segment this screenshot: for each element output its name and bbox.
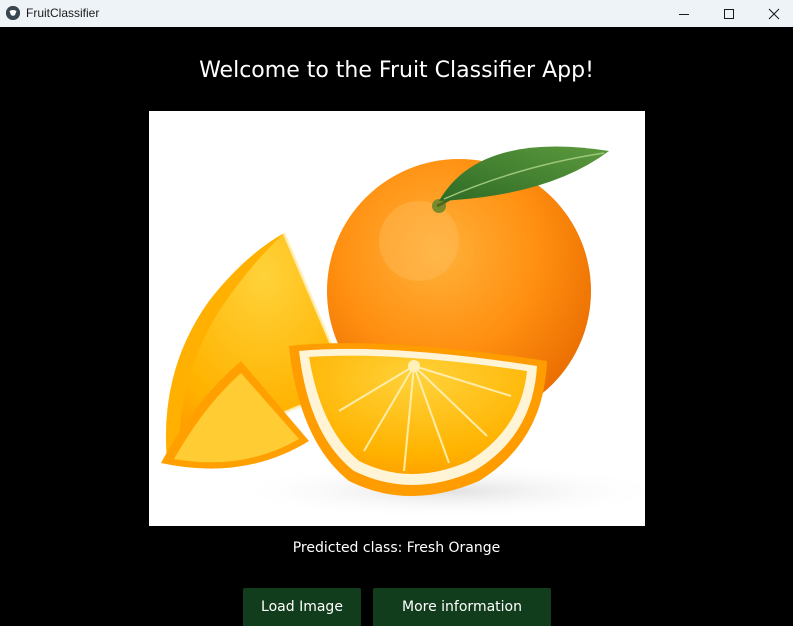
maximize-icon [724, 8, 734, 19]
load-image-button[interactable]: Load Image [243, 588, 361, 626]
fruit-image [149, 111, 645, 526]
minimize-button[interactable] [661, 0, 707, 27]
close-button[interactable] [751, 0, 793, 27]
prediction-label: Predicted class: Fresh Orange [292, 540, 501, 556]
close-icon [768, 8, 780, 19]
maximize-button[interactable] [706, 0, 752, 27]
window-title: FruitClassifier [26, 6, 100, 20]
minimize-icon [679, 13, 689, 15]
app-icon [6, 6, 20, 20]
app-window: FruitClassifier Welcome to the Fruit Cla… [0, 0, 793, 626]
welcome-heading: Welcome to the Fruit Classifier App! [199, 58, 594, 83]
title-bar[interactable]: FruitClassifier [0, 0, 793, 27]
more-information-button[interactable]: More information [373, 588, 551, 626]
orange-fruit-icon [149, 111, 645, 526]
